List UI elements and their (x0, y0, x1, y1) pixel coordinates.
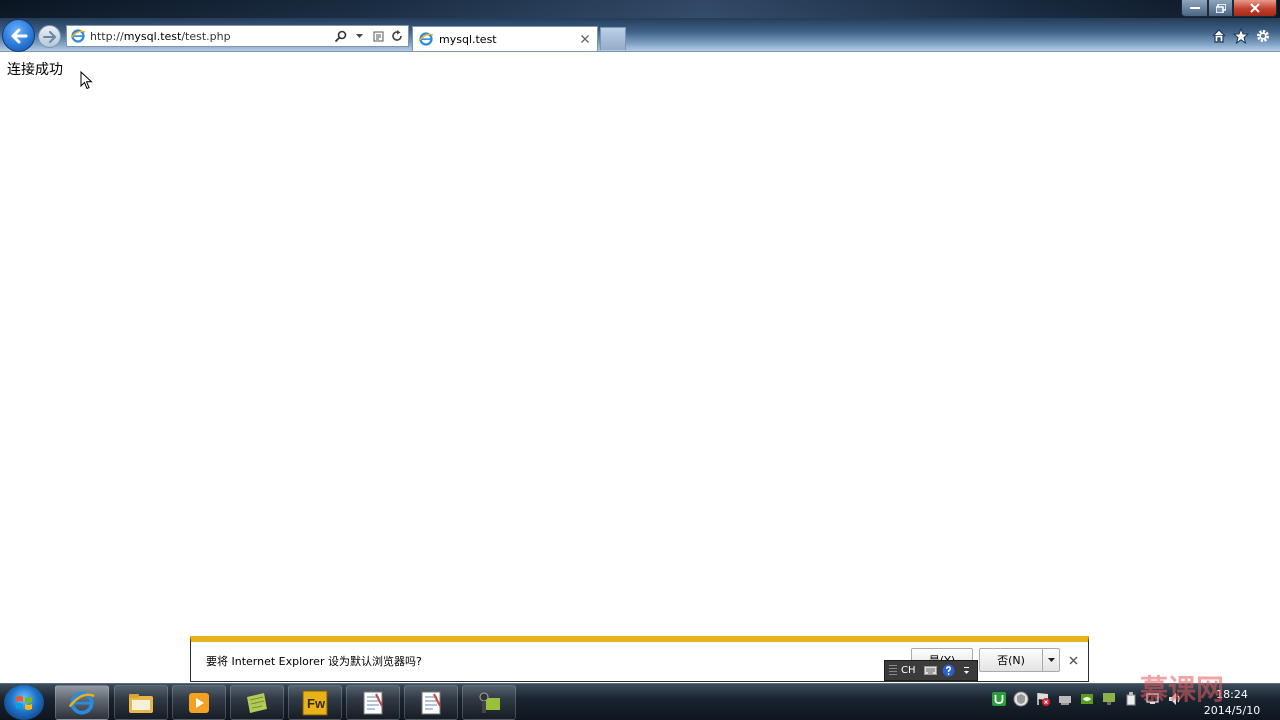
keyboard-icon (923, 666, 937, 675)
taskbar-app-file-explorer[interactable] (114, 685, 168, 720)
notification-close-button[interactable] (1069, 654, 1078, 669)
u-app-icon (992, 692, 1006, 706)
ime-language-label[interactable]: CH (901, 665, 919, 676)
taskbar: Fw 18:24 2014/5/10 (0, 683, 1280, 720)
chevron-down-icon (1047, 657, 1055, 662)
address-input[interactable]: http://mysql.test/test.php (90, 30, 340, 43)
tray-action-center[interactable] (1034, 690, 1052, 708)
search-button[interactable] (333, 28, 347, 44)
url-host: mysql.test (123, 29, 182, 43)
notepad-icon (421, 691, 441, 714)
help-icon (942, 664, 954, 677)
device-icon (1059, 696, 1071, 705)
favorites-button[interactable] (1232, 27, 1250, 45)
windows-logo-icon (16, 695, 32, 710)
tab-close-button[interactable] (578, 32, 592, 46)
tray-removable[interactable] (1122, 690, 1140, 708)
media-player-icon (189, 692, 209, 713)
arrow-right-icon (43, 30, 56, 43)
taskbar-app-notepad-2[interactable] (404, 685, 458, 720)
document-app-icon (247, 692, 267, 713)
title-bar (0, 0, 1280, 18)
compatibility-view-button[interactable] (371, 28, 385, 44)
taskbar-app-notepad[interactable] (346, 685, 400, 720)
tab-mysql-test[interactable]: mysql.test (412, 26, 598, 51)
tab-title: mysql.test (439, 32, 497, 46)
no-button-label: 否(N) (997, 654, 1025, 667)
watermark: 慕课网 (1140, 673, 1225, 706)
page-message: 连接成功 (7, 62, 63, 78)
tray-shield[interactable] (1012, 690, 1030, 708)
tray-monitor[interactable] (1100, 690, 1118, 708)
video-app-icon (479, 692, 500, 713)
refresh-button[interactable] (390, 28, 404, 44)
arrow-left-icon (11, 28, 27, 43)
address-bar[interactable]: http://mysql.test/test.php (66, 25, 409, 47)
tray-device[interactable] (1056, 690, 1074, 708)
ime-options-button[interactable] (959, 664, 973, 678)
minimize-icon (1189, 7, 1200, 9)
home-icon (1212, 29, 1226, 43)
ie-favicon-icon (418, 32, 434, 46)
refresh-icon (392, 30, 402, 41)
url-scheme: http:// (90, 29, 124, 43)
gear-icon (1257, 30, 1269, 42)
flag-warning-icon (1037, 693, 1050, 706)
no-button[interactable]: 否(N) (979, 648, 1043, 672)
taskbar-app-fireworks[interactable]: Fw (288, 685, 342, 720)
close-icon (581, 35, 589, 43)
url-path: /test.php (181, 29, 231, 43)
fireworks-icon: Fw (302, 690, 328, 715)
taskbar-app-video-app[interactable] (462, 685, 516, 720)
new-tab-button[interactable] (600, 27, 626, 50)
search-icon (334, 30, 346, 42)
nvidia-icon (1081, 694, 1093, 704)
shield-icon (1013, 691, 1029, 707)
taskbar-app-internet-explorer[interactable] (55, 685, 109, 720)
restore-icon (1215, 3, 1226, 13)
close-icon (1069, 656, 1078, 665)
close-window-button[interactable] (1233, 0, 1277, 17)
ime-drag-handle[interactable] (889, 664, 897, 677)
home-button[interactable] (1210, 27, 1228, 45)
notification-text: 要将 Internet Explorer 设为默认浏览器吗? (206, 655, 422, 668)
forward-button[interactable] (38, 25, 61, 48)
compat-view-icon (373, 31, 383, 41)
usb-drive-icon (1126, 692, 1136, 706)
taskbar-app-media-player[interactable] (172, 685, 226, 720)
mouse-cursor-icon (80, 71, 93, 90)
tray-nvidia[interactable] (1078, 690, 1096, 708)
ime-help-button[interactable] (941, 664, 955, 678)
minimize-button[interactable] (1181, 0, 1208, 17)
ime-language-bar[interactable]: CH (884, 660, 978, 681)
page-viewport: 连接成功 (0, 53, 1280, 683)
chevron-down-icon (355, 33, 363, 38)
taskbar-app-document-app[interactable] (230, 685, 284, 720)
monitor-icon (1103, 693, 1115, 705)
start-button[interactable] (4, 685, 44, 720)
ie-favicon-icon (70, 29, 86, 43)
keyboard-button[interactable] (923, 664, 937, 678)
tray-app-u[interactable] (990, 690, 1008, 708)
tools-button[interactable] (1254, 27, 1272, 45)
close-icon (1250, 3, 1260, 13)
star-icon (1233, 28, 1249, 44)
address-dropdown-button[interactable] (352, 28, 366, 44)
restore-button[interactable] (1208, 0, 1233, 17)
internet-explorer-icon (68, 690, 95, 715)
notepad-icon (363, 691, 383, 714)
svg-text:Fw: Fw (307, 696, 326, 711)
no-options-dropdown[interactable] (1042, 648, 1060, 672)
browser-chrome: http://mysql.test/test.php mysql.test (0, 0, 1280, 52)
folder-icon (129, 693, 153, 713)
chevron-down-icon (963, 667, 969, 674)
back-button[interactable] (2, 19, 35, 52)
